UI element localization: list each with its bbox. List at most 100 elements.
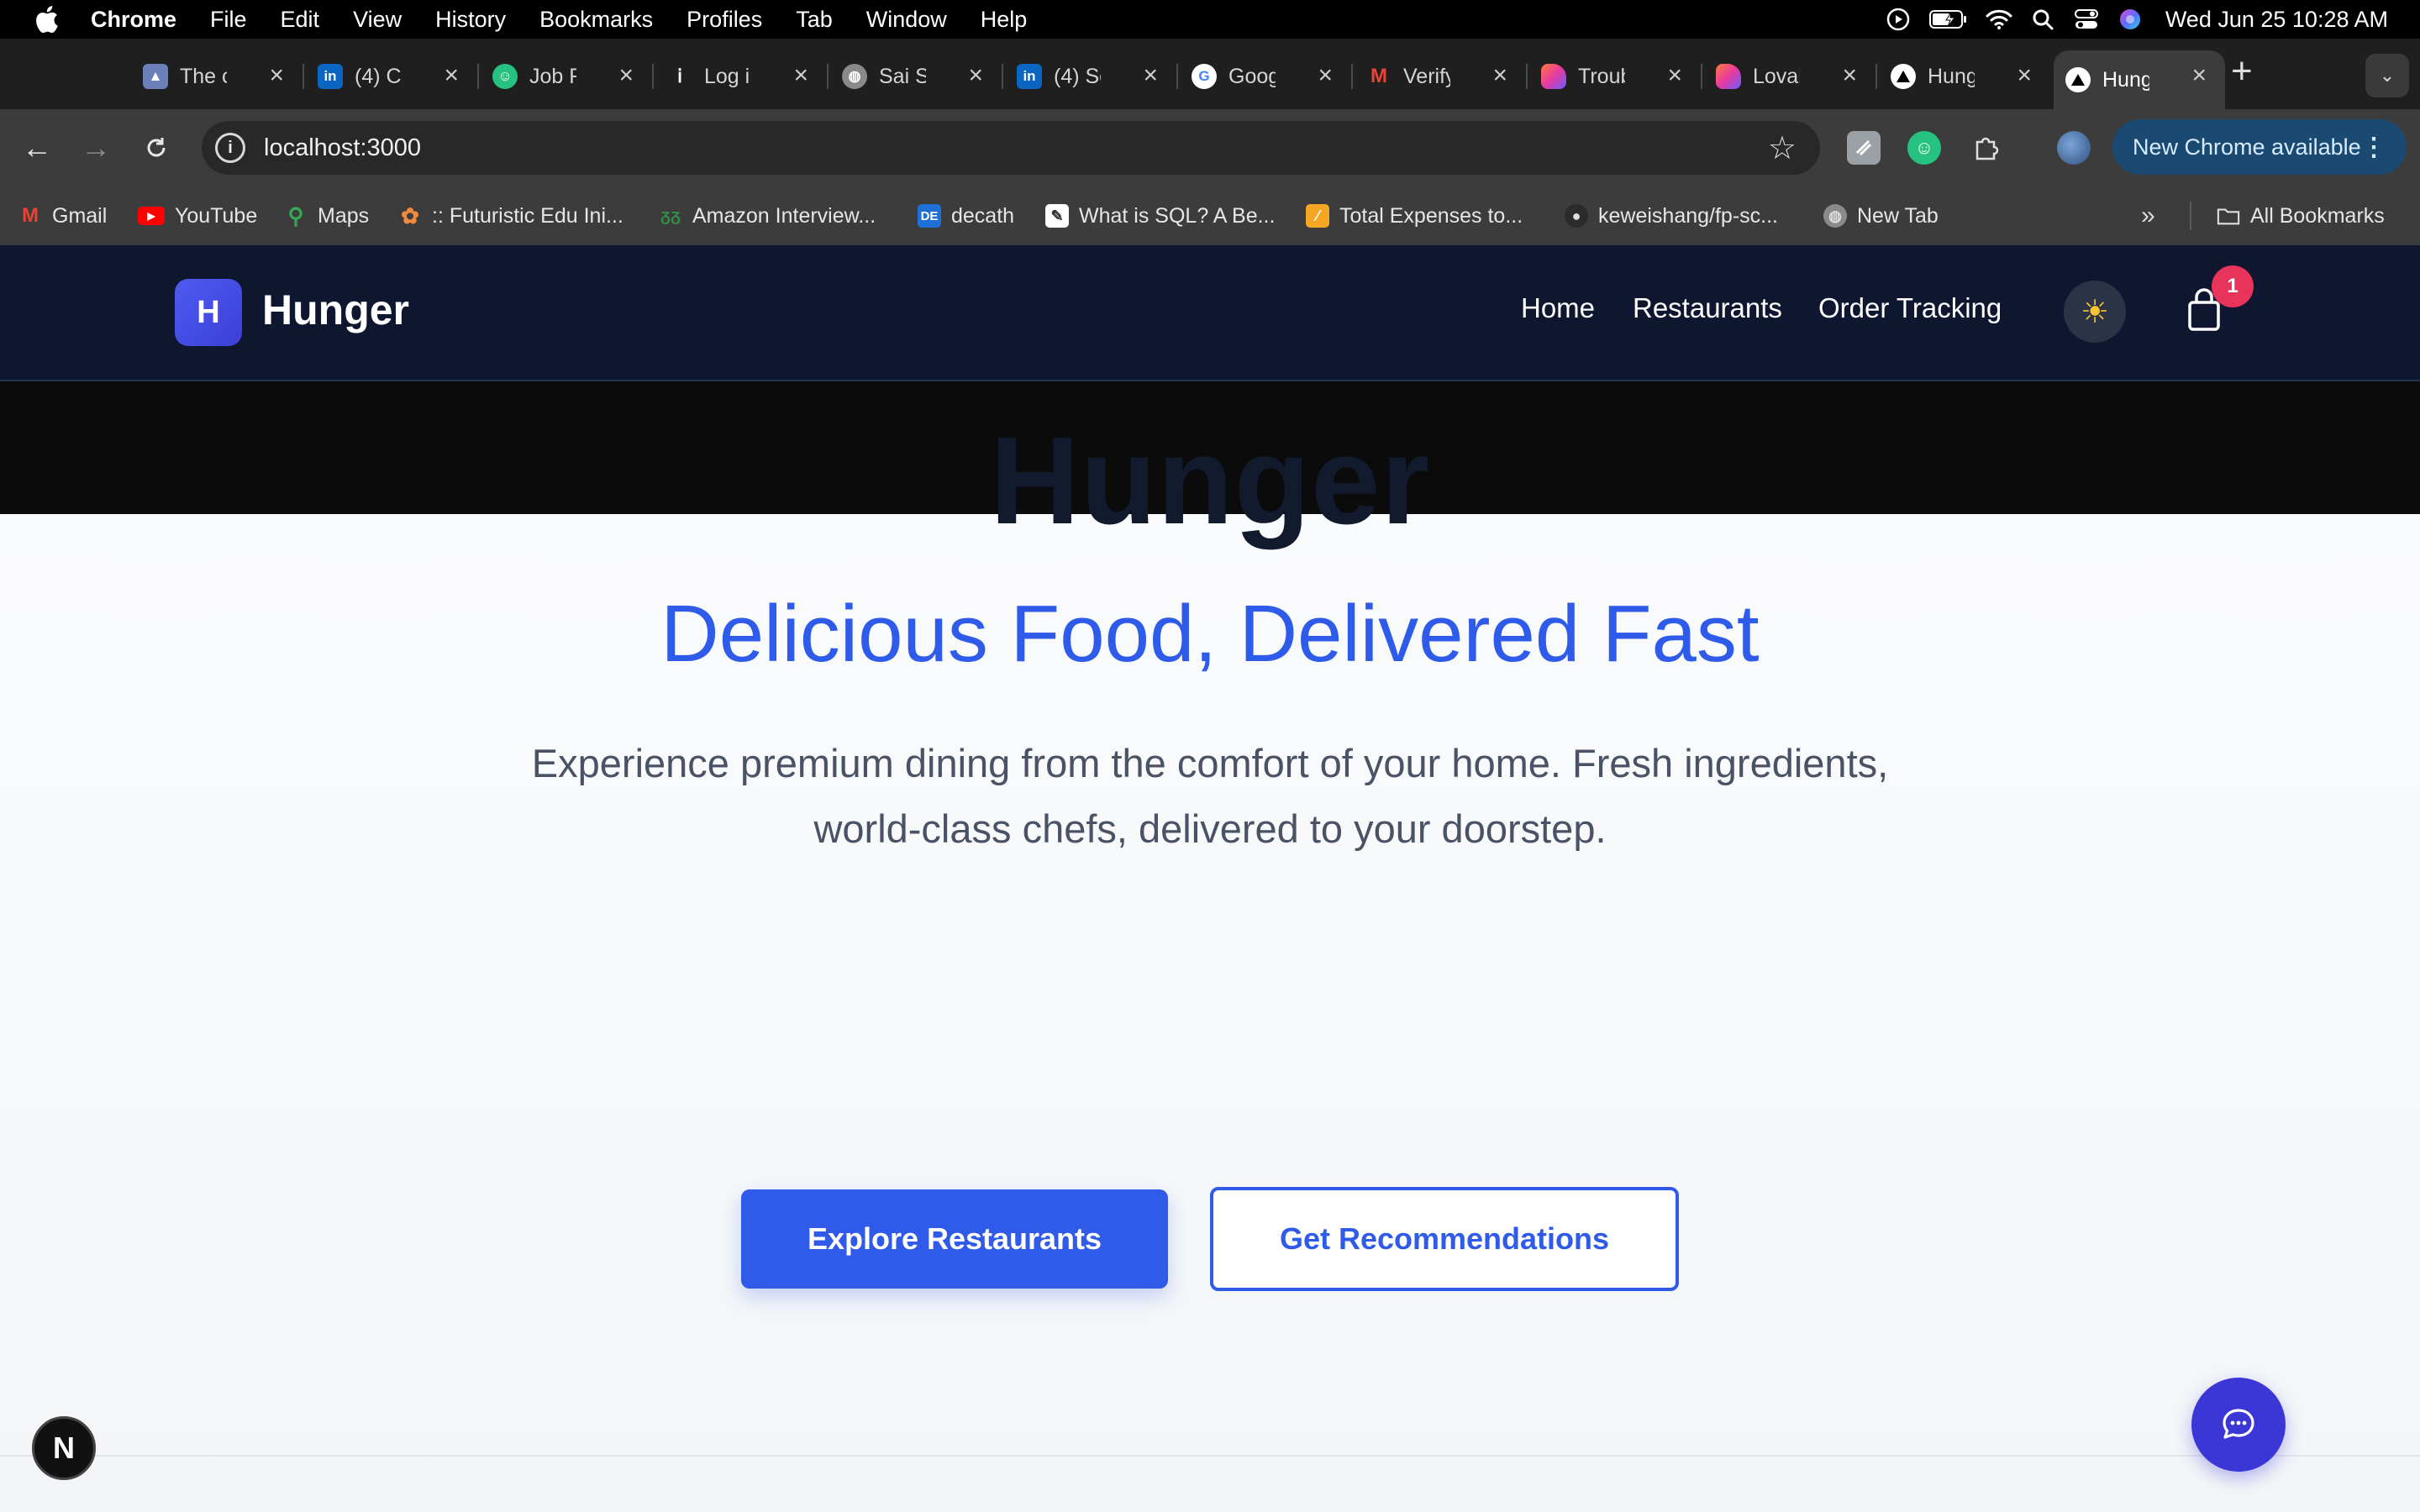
menu-history[interactable]: History — [435, 7, 506, 33]
menu-clock[interactable]: Wed Jun 25 10:28 AM — [2165, 7, 2388, 33]
browser-tab[interactable]: ◍ Sai Sh × — [830, 50, 1003, 102]
browser-tab[interactable]: ☺ Job R × — [481, 50, 654, 102]
close-icon[interactable]: × — [444, 63, 459, 88]
logo-badge[interactable]: H — [175, 279, 242, 346]
nextjs-dev-indicator[interactable]: N — [32, 1416, 96, 1480]
hero-description: Experience premium dining from the comfo… — [531, 741, 1889, 851]
bookmark-label: Maps — [318, 203, 370, 228]
menu-tab[interactable]: Tab — [796, 7, 833, 33]
menu-view[interactable]: View — [353, 7, 402, 33]
back-arrow-icon[interactable]: ← — [17, 128, 57, 168]
browser-tab[interactable]: G Googl × — [1180, 50, 1353, 102]
info-icon: ⅰ — [676, 66, 683, 87]
close-icon[interactable]: × — [2191, 63, 2207, 88]
browser-tab[interactable]: Troub × — [1529, 50, 1702, 102]
menu-window[interactable]: Window — [866, 7, 947, 33]
chrome-update-button[interactable]: New Chrome available ⋮ — [2112, 119, 2407, 175]
bookmark-item[interactable]: ◍ New Tab — [1823, 200, 1939, 232]
kebab-menu-icon[interactable]: ⋮ — [2361, 133, 2386, 162]
nav-link-restaurants[interactable]: Restaurants — [1633, 292, 1782, 333]
tab-separator — [652, 64, 654, 89]
browser-tab-active[interactable]: Hung × — [2054, 50, 2225, 109]
spotlight-search-icon[interactable] — [2029, 6, 2056, 33]
extension-notes-icon[interactable] — [1847, 131, 1881, 165]
tab-title: Verify — [1403, 64, 1450, 88]
close-icon[interactable]: × — [2017, 63, 2032, 88]
tab-search-chevron-icon[interactable]: ⌄ — [2365, 54, 2409, 97]
bookmark-item[interactable]: M Gmail — [18, 200, 107, 232]
bookmark-star-icon[interactable]: ☆ — [1768, 129, 1797, 167]
browser-tab[interactable]: Lovab × — [1704, 50, 1877, 102]
bookmark-item[interactable]: DE decath — [918, 200, 1014, 232]
menu-help[interactable]: Help — [981, 7, 1028, 33]
menu-profiles[interactable]: Profiles — [687, 7, 762, 33]
play-circle-icon[interactable] — [1885, 6, 1912, 33]
control-center-icon[interactable] — [2073, 6, 2100, 33]
address-url[interactable]: localhost:3000 — [264, 134, 421, 162]
browser-tab[interactable]: ▲ The c × — [131, 50, 304, 102]
browser-tab[interactable]: M Verify × — [1355, 50, 1528, 102]
bookmark-item[interactable]: ⚲ Maps — [284, 200, 369, 232]
all-bookmarks-button[interactable]: All Bookmarks — [2217, 200, 2385, 232]
bookmark-item[interactable]: ✎ What is SQL? A Be... — [1045, 200, 1275, 232]
browser-tab[interactable]: Hung × — [1879, 50, 2050, 102]
lovable-icon — [1716, 64, 1741, 89]
menu-file[interactable]: File — [210, 7, 247, 33]
close-icon[interactable]: × — [1842, 63, 1857, 88]
close-icon[interactable]: × — [793, 63, 808, 88]
tab-title: Log in — [704, 64, 751, 88]
bookmark-item[interactable]: ● keweishang/fp-sc... — [1565, 200, 1778, 232]
slash-icon: ⁄ — [1306, 204, 1329, 228]
close-icon[interactable]: × — [1667, 63, 1682, 88]
close-icon[interactable]: × — [1143, 63, 1158, 88]
siri-icon[interactable] — [2117, 6, 2144, 33]
close-icon[interactable]: × — [269, 63, 284, 88]
linkedin-icon: in — [318, 64, 343, 89]
tab-title: The c — [180, 64, 227, 88]
forward-arrow-icon[interactable]: → — [76, 128, 116, 168]
all-bookmarks-label: All Bookmarks — [2250, 203, 2385, 228]
browser-tab[interactable]: in (4) Se × — [1005, 50, 1178, 102]
menu-app-name[interactable]: Chrome — [91, 7, 176, 33]
brand-name[interactable]: Hunger — [262, 286, 409, 334]
gmail-icon: M — [1370, 65, 1387, 87]
nav-link-home[interactable]: Home — [1521, 292, 1595, 333]
close-icon[interactable]: × — [1492, 63, 1507, 88]
site-info-icon[interactable]: i — [215, 133, 245, 163]
reload-icon[interactable] — [136, 128, 176, 168]
close-icon[interactable]: × — [618, 63, 634, 88]
bookmark-item[interactable]: ⁄ Total Expenses to... — [1306, 200, 1523, 232]
close-icon[interactable]: × — [1318, 63, 1333, 88]
get-recommendations-button[interactable]: Get Recommendations — [1210, 1187, 1679, 1291]
bookmark-item[interactable]: ✿ :: Futuristic Edu Ini... — [398, 200, 623, 232]
address-bar[interactable]: i localhost:3000 ☆ — [202, 121, 1820, 175]
browser-tab[interactable]: in (4) Cc × — [306, 50, 479, 102]
gfg-icon: ᵹᵹ — [660, 206, 681, 225]
chevron-double-right-icon[interactable]: » — [2141, 202, 2155, 230]
menu-bookmarks[interactable]: Bookmarks — [539, 7, 653, 33]
new-tab-plus-icon[interactable]: + — [2231, 50, 2253, 92]
hero-subtitle: Delicious Food, Delivered Fast — [660, 589, 1760, 679]
menu-edit[interactable]: Edit — [281, 7, 320, 33]
chat-support-button[interactable] — [2191, 1378, 2286, 1472]
apple-icon[interactable] — [34, 5, 59, 34]
sun-icon: ☀ — [2080, 294, 2110, 330]
linkedin-icon: in — [1017, 64, 1042, 89]
tab-title: Job R — [529, 64, 576, 88]
folder-icon — [2217, 204, 2240, 228]
close-icon[interactable]: × — [968, 63, 983, 88]
browser-tab[interactable]: ⅰ Log in × — [655, 50, 829, 102]
extensions-puzzle-icon[interactable] — [1970, 131, 2003, 165]
tab-separator — [1701, 64, 1702, 89]
bookmark-item[interactable]: ᵹᵹ Amazon Interview... — [659, 200, 876, 232]
theme-toggle-button[interactable]: ☀ — [2064, 281, 2126, 343]
hero-title: Hunger — [990, 412, 1430, 550]
extension-chat-icon[interactable]: ☺ — [1907, 131, 1941, 165]
battery-icon[interactable] — [1928, 6, 1969, 33]
explore-restaurants-button[interactable]: Explore Restaurants — [741, 1189, 1168, 1289]
profile-avatar[interactable] — [2057, 131, 2091, 165]
bookmark-item[interactable]: ▶ YouTube — [138, 200, 257, 232]
wifi-icon[interactable] — [1986, 6, 2012, 33]
globe-icon: ◍ — [842, 64, 867, 89]
nav-link-order-tracking[interactable]: Order Tracking — [1818, 292, 2002, 333]
